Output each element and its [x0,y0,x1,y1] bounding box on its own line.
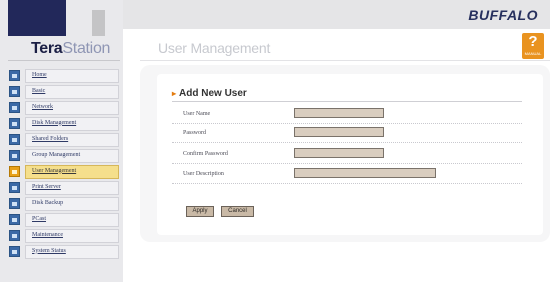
sidebar-item-shared-folders[interactable]: Shared Folders [9,132,119,147]
app-logo: TeraStation [31,40,110,58]
top-bar: BUFFALO [123,0,550,29]
group-icon [9,150,20,161]
basic-settings-icon [9,86,20,97]
section-title-text: Add New User [179,88,247,99]
sidebar-item-label[interactable]: System Status [25,244,119,259]
sidebar-item-label[interactable]: Disk Management [25,116,119,131]
sidebar-item-basic[interactable]: Basic [9,84,119,99]
help-button-label: MANUAL [524,51,542,56]
sidebar-item-label[interactable]: Maintenance [25,228,119,243]
logo-graphic-grey [92,10,105,36]
sidebar-item-label[interactable]: Home [25,68,119,83]
sidebar-item-label[interactable]: Group Management [25,148,119,163]
disk-icon [9,118,20,129]
logo-divider [8,60,120,61]
title-divider [140,60,550,61]
user-icon [9,166,20,177]
printer-icon [9,182,20,193]
form-row-confirm-password: Confirm Password [172,147,522,164]
password-field[interactable] [294,127,384,137]
sidebar-item-home[interactable]: Home [9,68,119,83]
page-title: User Management [158,40,271,56]
network-icon [9,102,20,113]
logo-text-bold: Tera [31,40,63,57]
form-row-password: Password [172,126,522,143]
sidebar-item-pcast[interactable]: PCast [9,212,119,227]
sidebar-item-print-server[interactable]: Print Server [9,180,119,195]
form-row-user-name: User Name [172,107,522,124]
form-row-user-description: User Description [172,167,522,184]
pcast-icon [9,214,20,225]
user-name-label: User Name [183,111,211,117]
confirm-password-field[interactable] [294,148,384,158]
status-icon [9,246,20,257]
section-divider [172,101,522,102]
cancel-button[interactable]: Cancel [221,206,254,217]
sidebar-item-label[interactable]: User Management [25,164,119,179]
sidebar-item-maintenance[interactable]: Maintenance [9,228,119,243]
help-icon: ? [528,33,538,50]
user-description-field[interactable] [294,168,436,178]
bullet-arrow-icon: ▸ [172,89,177,98]
backup-icon [9,198,20,209]
folder-icon [9,134,20,145]
sidebar-item-label[interactable]: PCast [25,212,119,227]
sidebar-item-label[interactable]: Network [25,100,119,115]
sidebar-item-label[interactable]: Shared Folders [25,132,119,147]
sidebar-item-network[interactable]: Network [9,100,119,115]
logo-graphic-navy [8,0,66,36]
help-manual-button[interactable]: ? MANUAL [522,33,544,59]
sidebar-item-disk-management[interactable]: Disk Management [9,116,119,131]
sidebar: TeraStation Home Basic Network Disk Mana… [0,0,123,282]
sidebar-item-system-status[interactable]: System Status [9,244,119,259]
sidebar-item-disk-backup[interactable]: Disk Backup [9,196,119,211]
apply-button[interactable]: Apply [186,206,214,217]
user-name-field[interactable] [294,108,384,118]
maintenance-icon [9,230,20,241]
logo-text-light: Station [62,40,111,57]
confirm-password-label: Confirm Password [183,151,228,157]
password-label: Password [183,130,207,136]
section-title: ▸ Add New User [172,88,247,99]
sidebar-item-label[interactable]: Print Server [25,180,119,195]
sidebar-item-user-management[interactable]: User Management [9,164,119,179]
brand-logo: BUFFALO [468,7,538,23]
sidebar-nav: Home Basic Network Disk Management Share… [9,68,119,261]
sidebar-item-group-management[interactable]: Group Management [9,148,119,163]
home-icon [9,70,20,81]
sidebar-item-label[interactable]: Disk Backup [25,196,119,211]
sidebar-item-label[interactable]: Basic [25,84,119,99]
user-description-label: User Description [183,171,224,177]
